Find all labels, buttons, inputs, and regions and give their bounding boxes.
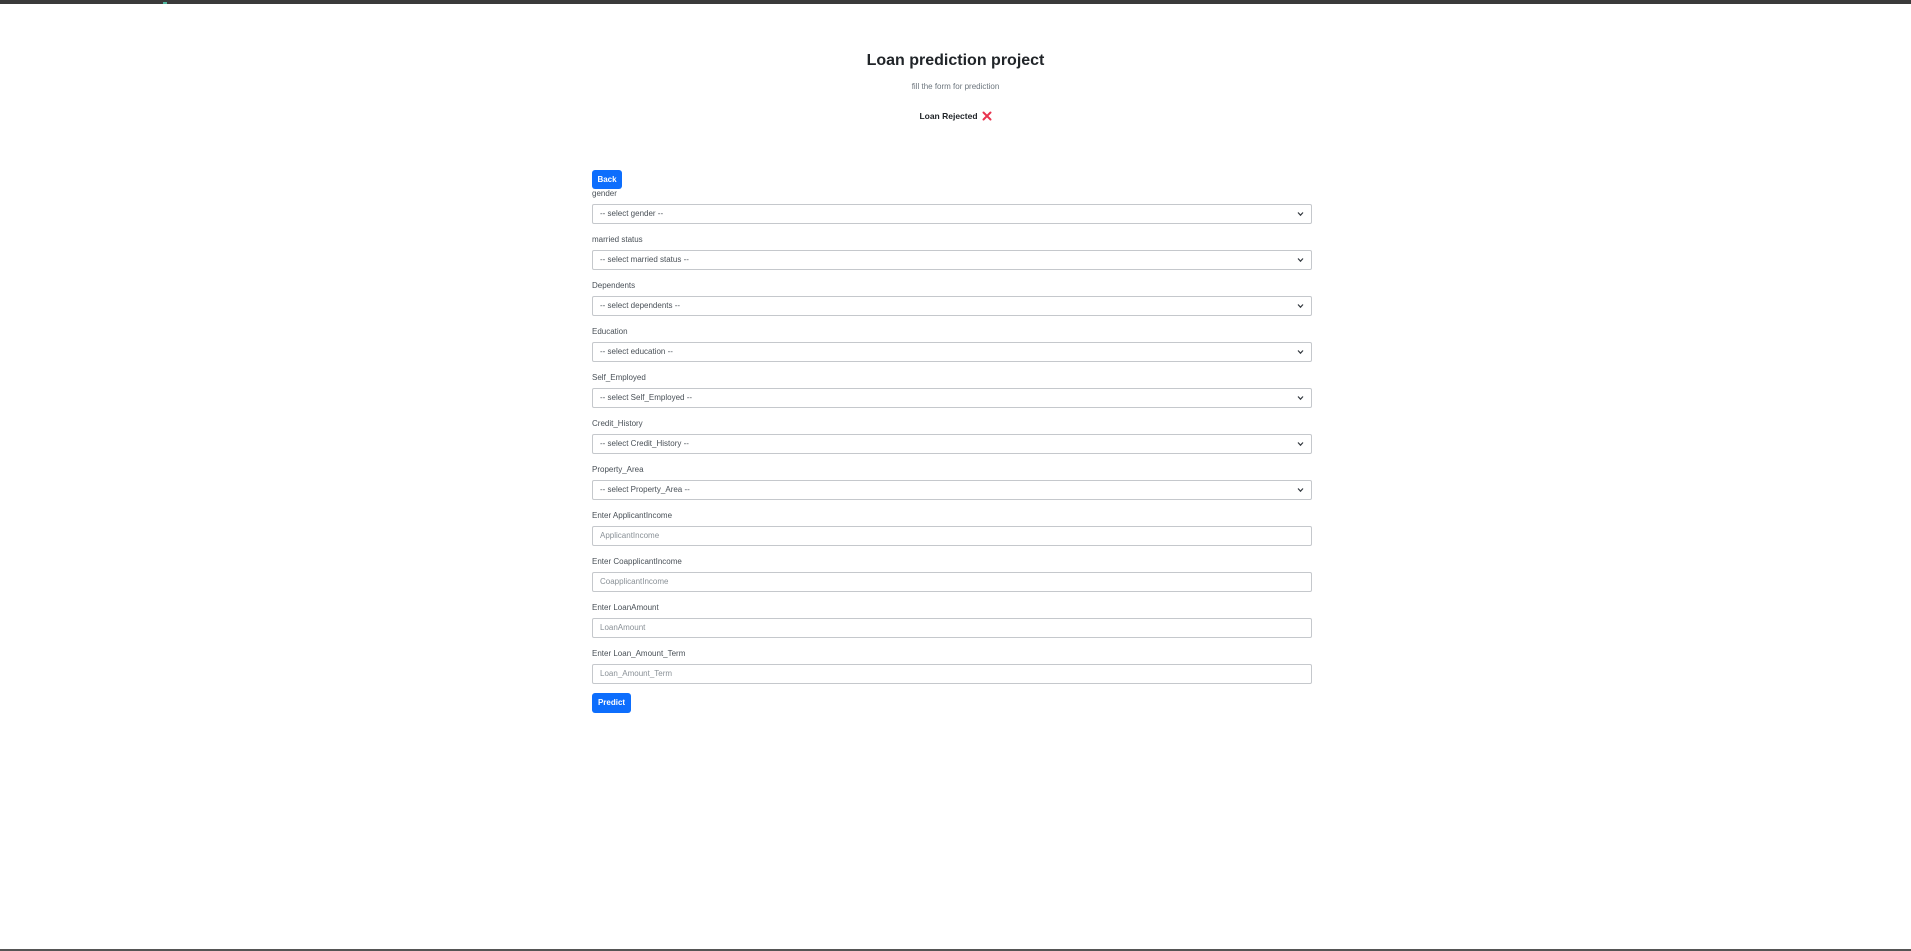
page-subtitle: fill the form for prediction (911, 82, 1000, 91)
loan-amount-input[interactable]: LoanAmount (592, 618, 1312, 638)
x-mark-icon (982, 111, 992, 121)
loan-amount-term-input[interactable]: Loan_Amount_Term (592, 664, 1312, 684)
education-select[interactable]: -- select education -- (592, 342, 1312, 362)
coapplicant-income-placeholder: CoapplicantIncome (600, 577, 669, 586)
select-group-education: Education -- select education -- (592, 327, 1312, 362)
prediction-result-text: Loan Rejected (919, 111, 978, 121)
chevron-down-icon (1297, 488, 1304, 493)
loan-amount-label: Enter LoanAmount (592, 603, 659, 612)
education-select-value: -- select education -- (600, 347, 673, 356)
select-group-credit-history: Credit_History -- select Credit_History … (592, 419, 1312, 454)
property-area-select[interactable]: -- select Property_Area -- (592, 480, 1312, 500)
select-group-property-area: Property_Area -- select Property_Area -- (592, 465, 1312, 500)
married-status-select[interactable]: -- select married status -- (592, 250, 1312, 270)
credit-history-select[interactable]: -- select Credit_History -- (592, 434, 1312, 454)
chevron-down-icon (1297, 212, 1304, 217)
select-group-married-status: married status -- select married status … (592, 235, 1312, 270)
chevron-down-icon (1297, 442, 1304, 447)
married-status-label: married status (592, 235, 643, 244)
select-group-dependents: Dependents -- select dependents -- (592, 281, 1312, 316)
applicant-income-placeholder: ApplicantIncome (600, 531, 660, 540)
property-area-label: Property_Area (592, 465, 644, 474)
loan-amount-term-placeholder: Loan_Amount_Term (600, 669, 673, 678)
dependents-select[interactable]: -- select dependents -- (592, 296, 1312, 316)
credit-history-select-value: -- select Credit_History -- (600, 439, 689, 448)
coapplicant-income-input[interactable]: CoapplicantIncome (592, 572, 1312, 592)
select-group-gender: gender -- select gender -- (592, 189, 1312, 224)
input-group-loan-amount-term: Enter Loan_Amount_Term Loan_Amount_Term (592, 649, 1312, 684)
education-label: Education (592, 327, 628, 336)
input-group-coapplicant-income: Enter CoapplicantIncome CoapplicantIncom… (592, 557, 1312, 592)
browser-top-bar (0, 0, 1911, 4)
self-employed-label: Self_Employed (592, 373, 646, 382)
married-status-select-value: -- select married status -- (600, 255, 689, 264)
loan-form: Back gender -- select gender -- married … (592, 169, 1312, 713)
predict-button[interactable]: Predict (592, 693, 631, 713)
loan-amount-term-label: Enter Loan_Amount_Term (592, 649, 686, 658)
coapplicant-income-label: Enter CoapplicantIncome (592, 557, 682, 566)
prediction-result: Loan Rejected (919, 110, 992, 122)
property-area-select-value: -- select Property_Area -- (600, 485, 690, 494)
input-group-loan-amount: Enter LoanAmount LoanAmount (592, 603, 1312, 638)
back-button[interactable]: Back (592, 170, 622, 189)
chevron-down-icon (1297, 350, 1304, 355)
applicant-income-label: Enter ApplicantIncome (592, 511, 673, 520)
page-header: Loan prediction project fill the form fo… (0, 50, 1911, 124)
dependents-select-value: -- select dependents -- (600, 301, 681, 310)
credit-history-label: Credit_History (592, 419, 643, 428)
gender-label: gender (592, 189, 617, 198)
chevron-down-icon (1297, 304, 1304, 309)
chevron-down-icon (1297, 258, 1304, 263)
input-group-applicant-income: Enter ApplicantIncome ApplicantIncome (592, 511, 1312, 546)
self-employed-select-value: -- select Self_Employed -- (600, 393, 693, 402)
applicant-income-input[interactable]: ApplicantIncome (592, 526, 1312, 546)
page-title: Loan prediction project (866, 52, 1045, 69)
gender-select-value: -- select gender -- (600, 209, 664, 218)
select-group-self-employed: Self_Employed -- select Self_Employed -- (592, 373, 1312, 408)
self-employed-select[interactable]: -- select Self_Employed -- (592, 388, 1312, 408)
chevron-down-icon (1297, 396, 1304, 401)
loan-amount-placeholder: LoanAmount (600, 623, 646, 632)
gender-select[interactable]: -- select gender -- (592, 204, 1312, 224)
dependents-label: Dependents (592, 281, 636, 290)
top-bar-accent (163, 2, 167, 4)
